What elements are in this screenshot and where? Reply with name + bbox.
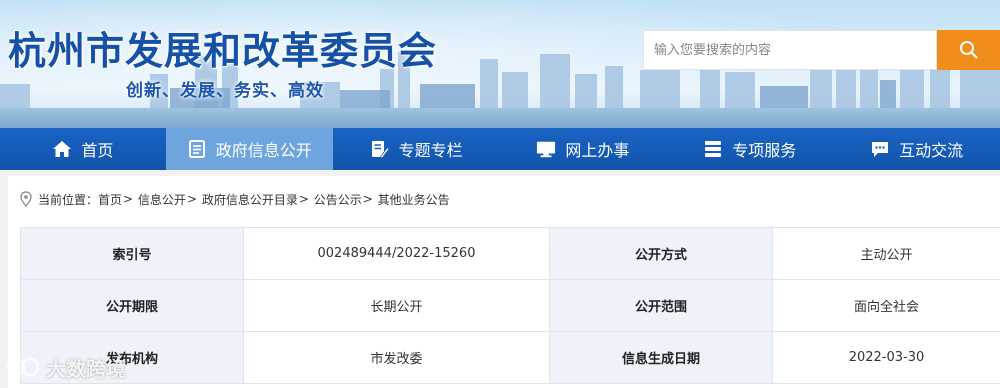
nav-item-label: 网上办事 xyxy=(565,141,630,160)
site-title: 杭州市发展和改革委员会 xyxy=(8,28,438,73)
field-value-disclosure-scope: 面向全社会 xyxy=(772,279,1000,332)
search-button[interactable] xyxy=(937,30,1000,70)
site-slogan: 创新、发展、务实、高效 xyxy=(126,81,324,101)
breadcrumb-link-catalog[interactable]: 政府信息公开目录 xyxy=(202,191,298,208)
info-metadata-table: 索引号 002489444/2022-15260 公开方式 主动公开 公开期限 … xyxy=(20,227,1000,384)
breadcrumb-link-other-notices[interactable]: 其他业务公告 xyxy=(378,191,450,208)
breadcrumb-separator: > xyxy=(298,192,309,206)
banner-water xyxy=(0,108,1000,128)
field-label-generated-date: 信息生成日期 xyxy=(549,331,773,384)
nav-item-label: 专项服务 xyxy=(732,141,797,160)
watermark: 大数跨境 xyxy=(6,352,126,382)
watermark-text: 大数跨境 xyxy=(46,356,126,381)
field-value-disclosure-method: 主动公开 xyxy=(772,227,1000,280)
field-label-disclosure-scope: 公开范围 xyxy=(549,279,773,332)
document-icon xyxy=(187,139,207,159)
table-row: 发布机构 市发改委 信息生成日期 2022-03-30 xyxy=(20,331,1000,384)
table-row: 公开期限 长期公开 公开范围 面向全社会 xyxy=(20,279,1000,332)
watermark-logo-icon xyxy=(6,355,42,379)
field-value-generated-date: 2022-03-30 xyxy=(772,331,1000,384)
field-label-disclosure-method: 公开方式 xyxy=(549,227,773,280)
list-service-icon xyxy=(703,139,723,159)
nav-item-special-topics[interactable]: 专题专栏 xyxy=(333,128,500,170)
search-input[interactable] xyxy=(643,30,937,70)
nav-item-online-services[interactable]: 网上办事 xyxy=(500,128,667,170)
field-value-disclosure-period: 长期公开 xyxy=(243,279,550,332)
table-row: 索引号 002489444/2022-15260 公开方式 主动公开 xyxy=(20,227,1000,280)
breadcrumb-link-announcements[interactable]: 公告公示 xyxy=(314,191,362,208)
location-pin-icon xyxy=(20,191,32,207)
breadcrumb-link-info-open[interactable]: 信息公开 xyxy=(138,191,186,208)
breadcrumb-separator: > xyxy=(362,192,373,206)
search-icon xyxy=(959,40,979,60)
nav-item-special-services[interactable]: 专项服务 xyxy=(666,128,833,170)
nav-item-gov-info[interactable]: 政府信息公开 xyxy=(165,128,333,170)
home-icon xyxy=(52,139,72,159)
breadcrumb-separator: > xyxy=(186,192,197,206)
nav-item-label: 政府信息公开 xyxy=(215,141,312,160)
content-panel: 当前位置： 首页 > 信息公开 > 政府信息公开目录 > 公告公示 > 其他业务… xyxy=(8,176,1000,388)
monitor-icon xyxy=(536,139,556,159)
breadcrumb: 当前位置： 首页 > 信息公开 > 政府信息公开目录 > 公告公示 > 其他业务… xyxy=(20,190,450,208)
breadcrumb-link-home[interactable]: 首页 xyxy=(98,191,122,208)
nav-item-label: 首页 xyxy=(81,141,114,160)
header-banner: 杭州市发展和改革委员会 创新、发展、务实、高效 xyxy=(0,0,1000,128)
field-label-index-number: 索引号 xyxy=(20,227,244,280)
nav-item-home[interactable]: 首页 xyxy=(0,128,166,170)
breadcrumb-prefix: 当前位置： xyxy=(38,192,99,207)
breadcrumb-separator: > xyxy=(123,192,134,206)
field-value-index-number: 002489444/2022-15260 xyxy=(243,227,550,280)
chat-icon xyxy=(870,139,890,159)
field-value-publisher: 市发改委 xyxy=(243,331,550,384)
main-nav: 首页 政府信息公开 专题专栏 网上办事 专项服务 互动交流 xyxy=(0,128,1000,170)
nav-item-label: 互动交流 xyxy=(899,141,964,160)
edit-note-icon xyxy=(370,139,390,159)
nav-item-label: 专题专栏 xyxy=(398,141,463,160)
nav-item-interaction[interactable]: 互动交流 xyxy=(833,128,1000,170)
field-label-disclosure-period: 公开期限 xyxy=(20,279,244,332)
